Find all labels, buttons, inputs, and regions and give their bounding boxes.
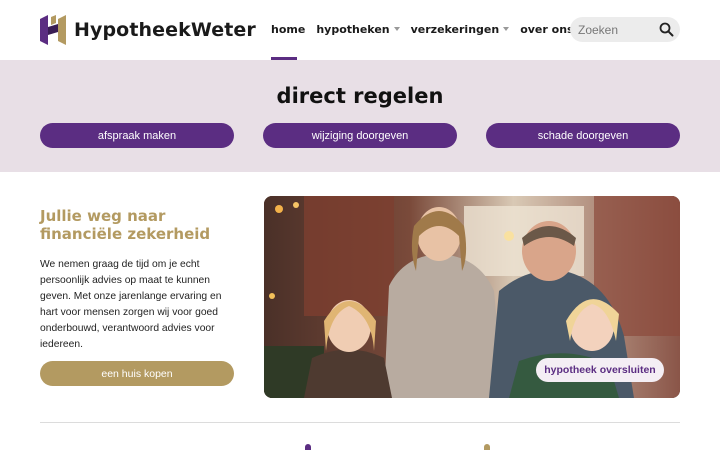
intro-text: We nemen graag de tijd om je echt persoo… — [40, 259, 222, 350]
logo[interactable]: HypotheekWeter — [40, 15, 256, 45]
nav-home[interactable]: home — [271, 22, 305, 36]
site-header: HypotheekWeter home hypotheken verzekeri… — [0, 0, 720, 60]
nav-verzekeringen-label: verzekeringen — [410, 22, 500, 36]
search-icon[interactable] — [659, 22, 674, 37]
nav-hypotheken[interactable]: hypotheken — [316, 22, 400, 36]
direct-regelen-title: direct regelen — [276, 84, 444, 108]
schade-doorgeven-button[interactable]: schade doorgeven — [486, 123, 680, 148]
afspraak-maken-button[interactable]: afspraak maken — [40, 123, 234, 148]
chevron-down-icon — [503, 27, 510, 31]
chevron-down-icon — [393, 27, 400, 31]
next-section-icon-peek — [305, 444, 311, 450]
intro-heading: Jullie weg naar financiële zekerheid — [40, 207, 211, 243]
nav-hypotheken-label: hypotheken — [316, 22, 390, 36]
brand-name: HypotheekWeter — [74, 19, 256, 41]
family-photo: hypotheek oversluiten — [264, 196, 680, 398]
section-divider — [40, 422, 680, 423]
nav-home-label: home — [271, 22, 306, 36]
h-monogram-icon — [40, 15, 66, 45]
direct-regelen-section: direct regelen afspraak maken wijziging … — [0, 60, 720, 172]
nav-over-ons-label: over ons — [520, 22, 574, 36]
nav-verzekeringen[interactable]: verzekeringen — [411, 22, 510, 36]
wijziging-doorgeven-button[interactable]: wijziging doorgeven — [263, 123, 457, 148]
huis-kopen-button[interactable]: een huis kopen — [40, 361, 234, 386]
next-section-icon-peek — [484, 444, 490, 450]
hypotheek-oversluiten-button[interactable]: hypotheek oversluiten — [536, 358, 664, 382]
search-input[interactable] — [578, 21, 658, 38]
search-box — [570, 17, 680, 42]
